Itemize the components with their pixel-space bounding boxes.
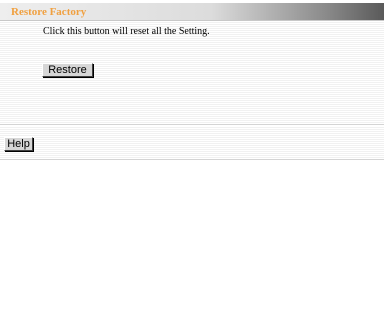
restore-button[interactable]: Restore [42,63,93,77]
help-button[interactable]: Help [4,137,33,151]
help-strip [0,126,384,160]
restore-description: Click this button will reset all the Set… [43,26,210,37]
page-title: Restore Factory [11,6,87,18]
header-bar: Restore Factory [0,3,384,21]
